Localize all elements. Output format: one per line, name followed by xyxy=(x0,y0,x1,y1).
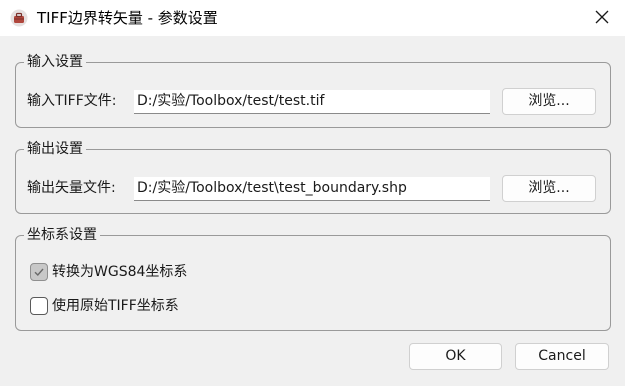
input-file-label: 输入TIFF文件: xyxy=(27,93,117,109)
original-crs-label: 使用原始TIFF坐标系 xyxy=(52,298,179,314)
input-settings-group: 输入设置 输入TIFF文件: D:/实验/Toolbox/test/test.t… xyxy=(15,52,611,128)
wgs84-label: 转换为WGS84坐标系 xyxy=(52,264,188,280)
output-settings-group: 输出设置 输出矢量文件: D:/实验/Toolbox/test\test_bou… xyxy=(15,139,611,214)
crs-settings-group: 坐标系设置 转换为WGS84坐标系 使用原始TIFF坐标系 xyxy=(15,225,611,331)
wgs84-option[interactable]: 转换为WGS84坐标系 xyxy=(30,261,187,283)
ok-button[interactable]: OK xyxy=(409,343,502,370)
input-browse-button[interactable]: 浏览... xyxy=(502,88,596,115)
window-title: TIFF边界转矢量 - 参数设置 xyxy=(37,9,218,27)
input-settings-title: 输入设置 xyxy=(24,52,86,72)
output-file-field[interactable]: D:/实验/Toolbox/test\test_boundary.shp xyxy=(134,177,490,201)
input-file-field[interactable]: D:/实验/Toolbox/test/test.tif xyxy=(134,90,490,114)
dialog-window: TIFF边界转矢量 - 参数设置 输入设置 输入TIFF文件: D:/实验/To… xyxy=(0,0,625,386)
close-icon xyxy=(595,9,609,28)
cancel-button[interactable]: Cancel xyxy=(515,343,609,370)
output-settings-title: 输出设置 xyxy=(24,139,86,159)
title-bar[interactable]: TIFF边界转矢量 - 参数设置 xyxy=(0,0,625,36)
close-button[interactable] xyxy=(579,0,625,36)
wgs84-checkbox[interactable] xyxy=(30,263,48,281)
output-browse-button[interactable]: 浏览... xyxy=(502,175,596,202)
crs-settings-title: 坐标系设置 xyxy=(24,225,100,245)
original-crs-checkbox[interactable] xyxy=(30,297,48,315)
toolbox-icon xyxy=(10,9,28,27)
output-file-label: 输出矢量文件: xyxy=(27,180,116,196)
checkmark-icon xyxy=(34,268,44,277)
original-crs-option[interactable]: 使用原始TIFF坐标系 xyxy=(30,295,179,317)
